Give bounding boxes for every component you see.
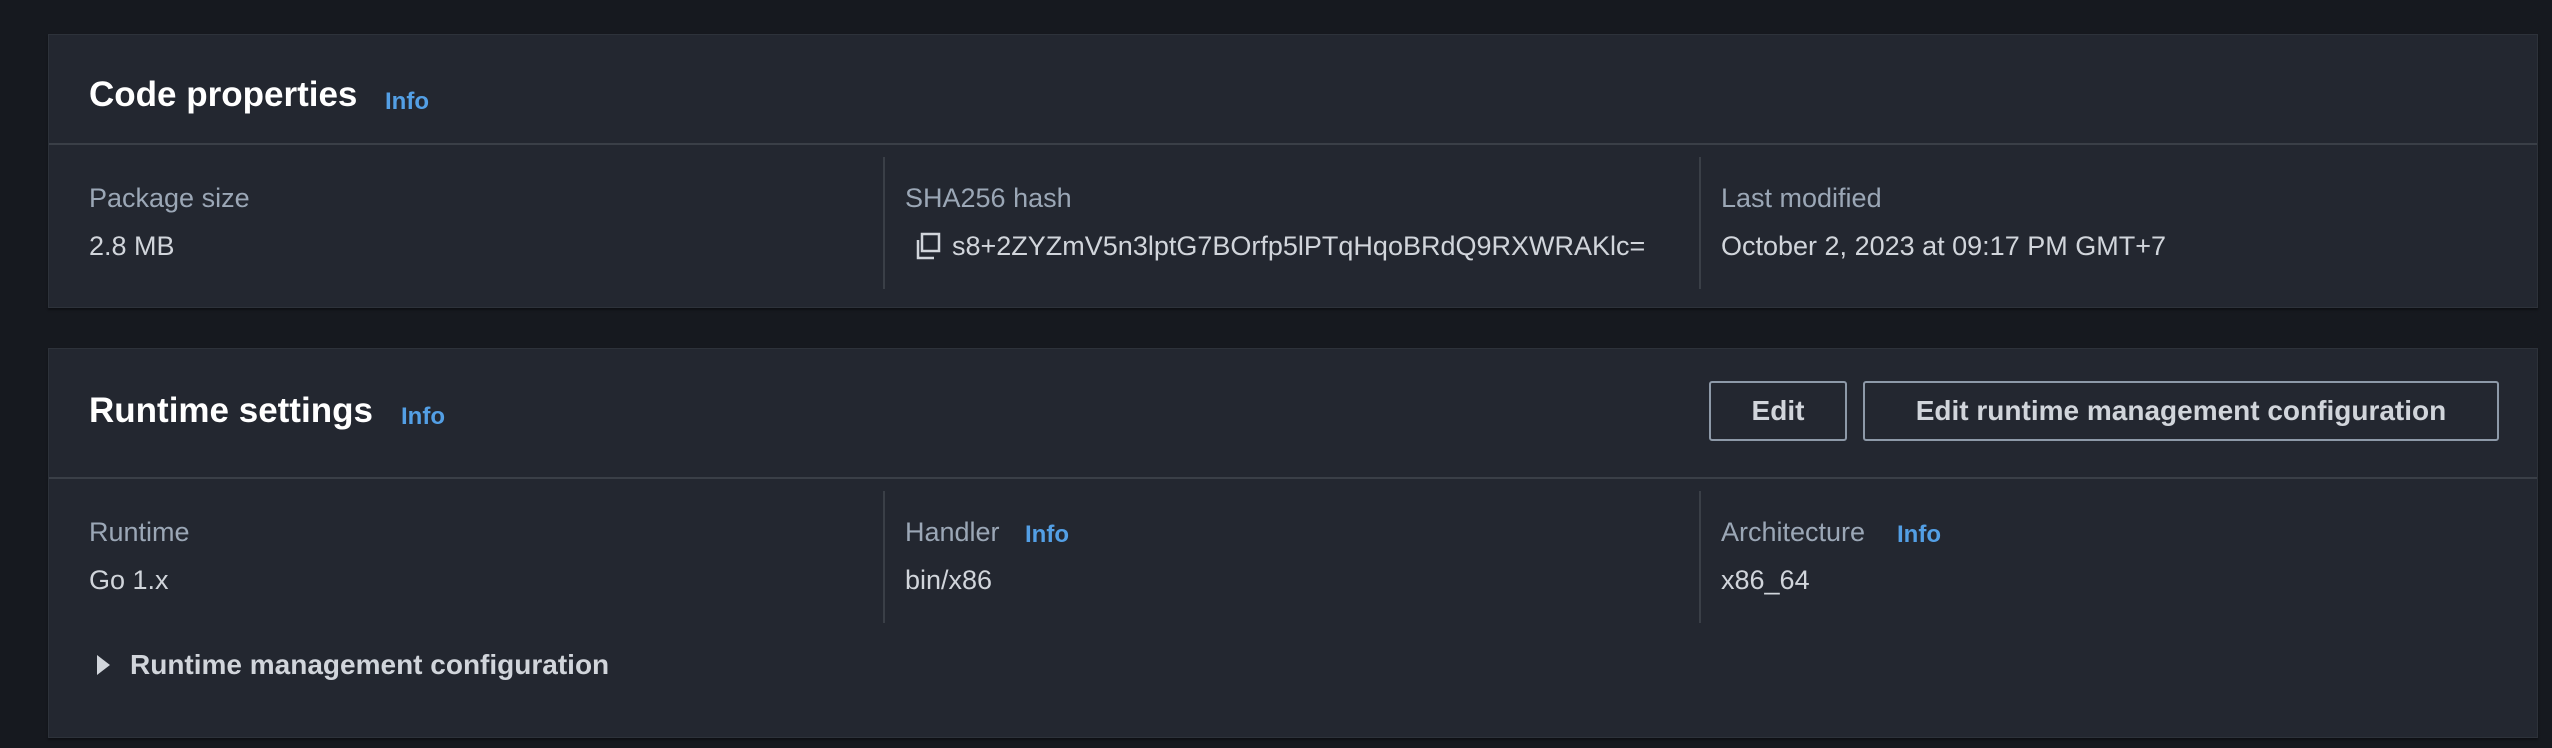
last-modified-value: October 2, 2023 at 09:17 PM GMT+7 (1721, 231, 2166, 261)
column-divider (883, 157, 885, 289)
column-divider (1699, 491, 1701, 623)
sha256-value: s8+2ZYZmV5n3lptG7BOrfp5lPTqHqoBRdQ9RXWRA… (952, 231, 1646, 261)
package-size-value: 2.8 MB (89, 231, 175, 261)
architecture-info-link[interactable]: Info (1897, 521, 1941, 549)
column-divider (1699, 157, 1701, 289)
architecture-label: Architecture (1721, 517, 1866, 547)
sha256-label: SHA256 hash (905, 183, 1072, 213)
caret-right-icon (97, 655, 110, 675)
handler-info-link[interactable]: Info (1025, 521, 1069, 549)
edit-button[interactable]: Edit (1709, 381, 1847, 441)
copy-icon[interactable] (913, 231, 943, 266)
last-modified-label: Last modified (1721, 183, 1882, 213)
runtime-settings-info-link[interactable]: Info (401, 403, 445, 431)
runtime-value: Go 1.x (89, 565, 169, 595)
code-properties-info-link[interactable]: Info (385, 88, 429, 116)
runtime-settings-title: Runtime settings (89, 391, 373, 430)
runtime-label: Runtime (89, 517, 190, 547)
runtime-settings-header: Runtime settings Info Edit Edit runtime … (49, 349, 2537, 479)
code-properties-panel: Code properties Info Package size 2.8 MB… (48, 34, 2538, 308)
runtime-management-configuration-expander[interactable]: Runtime management configuration (97, 649, 609, 681)
edit-runtime-management-configuration-button[interactable]: Edit runtime management configuration (1863, 381, 2499, 441)
handler-label: Handler (905, 517, 1000, 547)
handler-value: bin/x86 (905, 565, 993, 595)
code-properties-title: Code properties (89, 75, 358, 114)
column-divider (883, 491, 885, 623)
code-properties-header: Code properties Info (49, 35, 2537, 145)
package-size-label: Package size (89, 183, 250, 213)
runtime-settings-panel: Runtime settings Info Edit Edit runtime … (48, 348, 2538, 738)
runtime-management-configuration-label: Runtime management configuration (130, 649, 610, 680)
architecture-value: x86_64 (1721, 565, 1810, 595)
